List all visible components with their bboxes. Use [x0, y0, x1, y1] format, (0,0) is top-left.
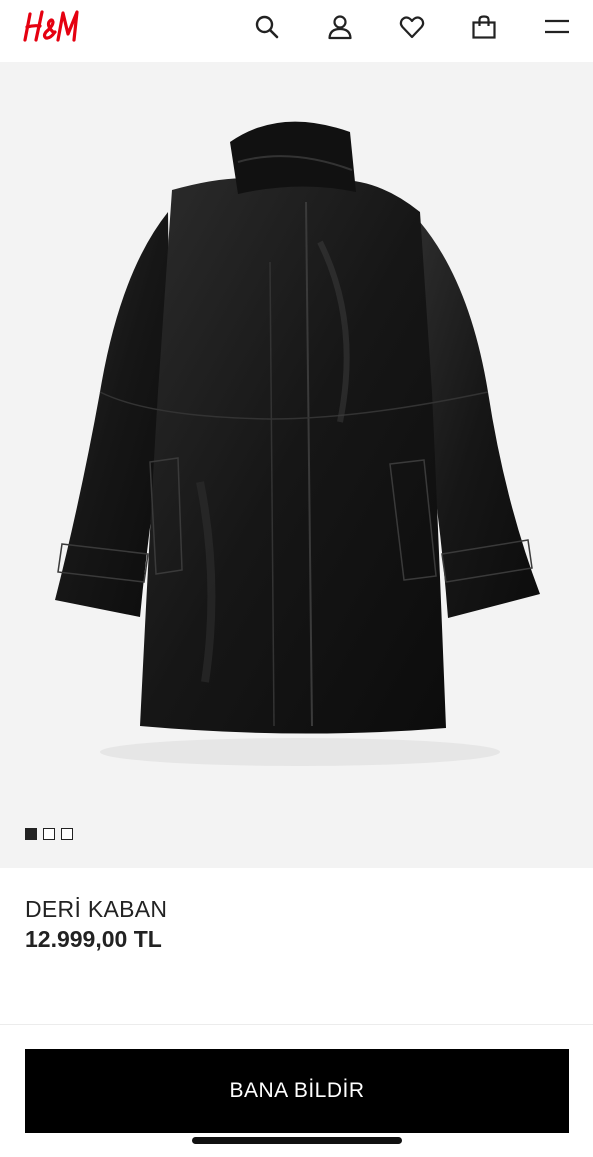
hm-logo-mark [23, 10, 79, 42]
menu-icon [545, 19, 569, 34]
header [0, 0, 593, 62]
product-price: 12.999,00 TL [25, 926, 162, 952]
notify-me-button[interactable]: BANA BİLDİR [25, 1049, 569, 1133]
product-name: DERİ KABAN [25, 896, 168, 922]
bag-button[interactable] [465, 8, 503, 46]
gallery-dot-2[interactable] [43, 828, 55, 840]
gallery-pagination [25, 828, 73, 840]
bottom-action-bar: BANA BİLDİR [0, 1024, 593, 1157]
account-button[interactable] [321, 8, 359, 46]
account-icon [328, 15, 352, 40]
gallery-dot-3[interactable] [61, 828, 73, 840]
product-image-gallery[interactable] [0, 62, 593, 868]
heart-icon [399, 16, 425, 39]
home-indicator [192, 1137, 402, 1144]
gallery-dot-1[interactable] [25, 828, 37, 840]
product-info: DERİ KABAN 12.999,00 TL [0, 868, 593, 1024]
menu-button[interactable] [538, 8, 576, 46]
search-button[interactable] [248, 8, 286, 46]
bag-icon [472, 15, 496, 39]
hm-logo[interactable] [22, 6, 82, 48]
product-image [55, 121, 540, 766]
favorites-button[interactable] [393, 8, 431, 46]
search-icon [255, 15, 279, 39]
